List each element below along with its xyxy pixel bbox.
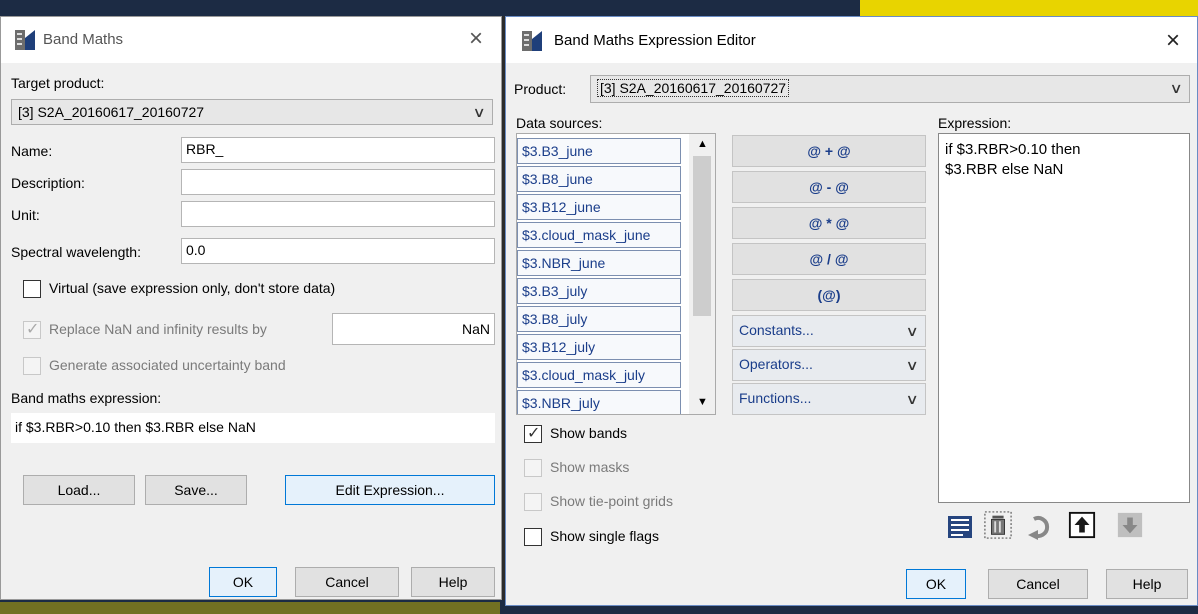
trash-icon[interactable] [984,511,1012,539]
list-item[interactable]: $3.B12_july [517,334,681,360]
uncertainty-checkbox[interactable] [23,357,41,375]
help-button[interactable]: Help [1106,569,1188,599]
expression-editor-dialog: Band Maths Expression Editor × Product: … [505,16,1198,606]
add-operator-button[interactable]: @ + @ [732,135,926,167]
close-icon[interactable]: × [469,27,483,51]
redo-icon[interactable] [1026,513,1054,541]
title-bar: Band Maths × [1,17,501,63]
load-button[interactable]: Load... [23,475,135,505]
expression-line: $3.RBR else NaN [945,161,1064,178]
list-item[interactable]: $3.cloud_mask_june [517,222,681,248]
spectral-wavelength-field[interactable]: 0.0 [181,238,495,264]
expression-line: if $3.RBR>0.10 then [945,141,1081,158]
expression-area[interactable]: if $3.RBR>0.10 then $3.RBR else NaN [11,413,495,443]
cancel-button[interactable]: Cancel [988,569,1088,599]
name-field[interactable]: RBR_ [181,137,495,163]
list-item[interactable]: $3.B3_july [517,278,681,304]
check-icon: ✓ [26,321,40,338]
expression-label: Expression: [938,115,1012,131]
replace-nan-checkbox[interactable]: ✓ [23,321,41,339]
chevron-down-icon: ∨ [905,323,919,339]
scroll-down-icon[interactable]: ▼ [697,396,708,408]
spectral-wavelength-label: Spectral wavelength: [11,244,141,260]
background-window-strip [0,0,1198,16]
parentheses-button[interactable]: (@) [732,279,926,311]
virtual-label: Virtual (save expression only, don't sto… [49,280,336,296]
list-item[interactable]: $3.NBR_july [517,390,681,414]
dialog-title: Band Maths Expression Editor [554,32,756,49]
functions-dropdown[interactable]: Functions... ∨ [732,383,926,415]
list-item[interactable]: $3.B8_july [517,306,681,332]
ok-button[interactable]: OK [209,567,277,597]
description-field[interactable] [181,169,495,195]
unit-label: Unit: [11,207,40,223]
multiply-operator-button[interactable]: @ * @ [732,207,926,239]
show-flags-label: Show single flags [550,528,659,544]
show-tiepoint-label: Show tie-point grids [550,493,673,509]
expression-text: if $3.RBR>0.10 then $3.RBR else NaN [15,419,256,435]
product-select[interactable]: [3] S2A_20160617_20160727 ∨ [590,75,1190,103]
functions-label: Functions... [739,390,812,406]
replace-nan-value: NaN [461,321,490,337]
operators-dropdown[interactable]: Operators... ∨ [732,349,926,381]
expression-area[interactable]: if $3.RBR>0.10 then $3.RBR else NaN [938,133,1190,503]
scrollbar-thumb[interactable] [693,156,711,316]
subtract-operator-button[interactable]: @ - @ [732,171,926,203]
divide-operator-button[interactable]: @ / @ [732,243,926,275]
cancel-button[interactable]: Cancel [295,567,399,597]
uncertainty-label: Generate associated uncertainty band [49,357,286,373]
chevron-down-icon: ∨ [905,391,919,407]
ok-button[interactable]: OK [906,569,966,599]
dialog-title: Band Maths [43,31,124,48]
scrollbar[interactable]: ▲ ▼ [689,134,715,414]
app-icon [15,30,35,50]
list-item[interactable]: $3.NBR_june [517,250,681,276]
expression-label: Band maths expression: [11,390,162,406]
chevron-down-icon: ∨ [472,104,486,120]
list-item[interactable]: $3.B8_june [517,166,681,192]
upload-icon[interactable] [1068,511,1096,539]
show-masks-checkbox[interactable] [524,459,542,477]
target-product-select[interactable]: [3] S2A_20160617_20160727 ∨ [11,99,493,125]
unit-field[interactable] [181,201,495,227]
show-tiepoint-checkbox[interactable] [524,493,542,511]
list-item[interactable]: $3.B3_june [517,138,681,164]
band-maths-dialog: Band Maths × Target product: [3] S2A_201… [0,16,502,600]
data-sources-label: Data sources: [516,115,603,131]
app-icon [522,31,542,51]
name-label: Name: [11,143,53,159]
help-button[interactable]: Help [411,567,495,597]
product-label: Product: [514,81,567,97]
list-item[interactable]: $3.B12_june [517,194,681,220]
target-product-value: [3] S2A_20160617_20160727 [18,104,205,120]
title-bar: Band Maths Expression Editor × [506,17,1197,63]
show-bands-label: Show bands [550,425,628,441]
constants-label: Constants... [739,322,814,338]
edit-expression-button[interactable]: Edit Expression... [285,475,495,505]
list-item[interactable]: $3.cloud_mask_july [517,362,681,388]
operators-label: Operators... [739,356,813,372]
target-product-label: Target product: [11,75,105,91]
replace-nan-label: Replace NaN and infinity results by [49,321,267,337]
check-icon: ✓ [527,425,541,442]
close-icon[interactable]: × [1166,29,1180,53]
data-sources-list[interactable]: $3.B3_june $3.B8_june $3.B12_june $3.clo… [516,133,716,415]
save-button[interactable]: Save... [145,475,247,505]
scroll-up-icon[interactable]: ▲ [697,138,708,150]
download-icon[interactable] [1116,511,1144,539]
chevron-down-icon: ∨ [905,357,919,373]
product-value: [3] S2A_20160617_20160727 [597,79,790,97]
constants-dropdown[interactable]: Constants... ∨ [732,315,926,347]
virtual-checkbox[interactable] [23,280,41,298]
history-icon[interactable] [946,513,974,541]
description-label: Description: [11,175,85,191]
show-flags-checkbox[interactable] [524,528,542,546]
chevron-down-icon: ∨ [1169,80,1183,96]
show-bands-checkbox[interactable]: ✓ [524,425,542,443]
show-masks-label: Show masks [550,459,630,475]
replace-nan-field[interactable]: NaN [332,313,495,345]
